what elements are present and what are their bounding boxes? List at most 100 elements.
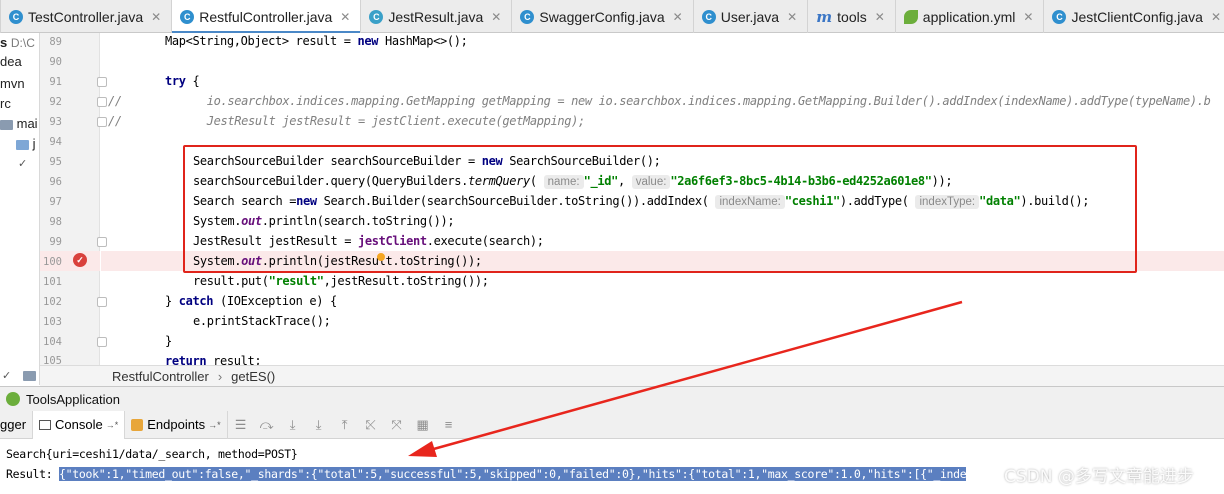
run-to-cursor-icon[interactable]: ⤧: [384, 417, 410, 433]
code-text: ,jestResult.toString());: [323, 274, 489, 288]
step-into-icon[interactable]: ⤓: [280, 417, 306, 433]
breadcrumb-method[interactable]: getES(): [231, 369, 275, 384]
force-step-into-icon[interactable]: ⤓: [306, 417, 332, 433]
line-number: 89: [49, 36, 62, 48]
tree-item-main[interactable]: mai: [0, 116, 38, 131]
close-icon[interactable]: ✕: [151, 10, 161, 24]
drop-frame-icon[interactable]: ⤪: [358, 417, 384, 433]
spring-boot-icon: [6, 392, 20, 406]
code-text: {: [185, 74, 200, 88]
line-number: 92: [49, 96, 62, 108]
tab-application-yml[interactable]: application.yml ✕: [894, 0, 1044, 33]
close-icon[interactable]: ✕: [875, 10, 885, 24]
line-number: 97: [49, 196, 62, 208]
tree-label: dea: [0, 54, 22, 69]
settings-lines-icon[interactable]: ≡: [436, 417, 462, 432]
tab-restfulcontroller[interactable]: C RestfulController.java ✕: [171, 0, 361, 34]
code-keyword: new: [357, 34, 379, 48]
code-keyword: try: [165, 74, 186, 88]
tab-label: application.yml: [922, 8, 1016, 25]
code-comment: io.searchbox.indices.mapping.GetMapping …: [206, 94, 1211, 108]
close-icon[interactable]: ✕: [787, 10, 797, 24]
tab-label: Console: [55, 417, 103, 432]
code-text: result.put(: [193, 274, 269, 288]
tab-swaggerconfig[interactable]: C SwaggerConfig.java ✕: [511, 0, 692, 33]
tree-expand-bottom[interactable]: ✓: [2, 367, 36, 382]
chevron-down-icon: ✓: [2, 370, 12, 382]
tree-item-mvn[interactable]: mvn: [0, 76, 25, 91]
tree-label: s: [0, 35, 8, 50]
step-over-icon[interactable]: ⤼: [254, 417, 280, 433]
code-keyword: catch: [178, 294, 214, 308]
chevron-down-icon: ✓: [18, 158, 28, 170]
comment-mark: //: [108, 114, 122, 128]
line-number: 101: [43, 276, 62, 288]
breadcrumb-class[interactable]: RestfulController: [112, 369, 209, 384]
fold-marker[interactable]: [97, 337, 107, 347]
code-text: (IOException e) {: [213, 294, 337, 308]
tab-tools[interactable]: m tools ✕: [807, 0, 895, 33]
tree-item-idea[interactable]: dea: [0, 54, 22, 69]
run-config-title[interactable]: ToolsApplication: [26, 392, 120, 407]
tab-label: JestResult.java: [388, 8, 484, 25]
close-icon[interactable]: ✕: [340, 10, 350, 24]
pin-icon: →*: [208, 419, 221, 430]
java-class-icon: C: [1052, 9, 1067, 24]
line-number: 91: [49, 76, 62, 88]
code-line-105: return result;: [165, 354, 261, 365]
close-icon[interactable]: ✕: [491, 10, 501, 24]
close-icon[interactable]: ✕: [1211, 10, 1221, 24]
code-text: }: [165, 334, 172, 348]
line-number: 96: [49, 176, 62, 188]
code-text: HashMap<>();: [378, 34, 468, 48]
tree-item-root[interactable]: s D:\C: [0, 35, 35, 50]
tab-jestresult[interactable]: C JestResult.java ✕: [360, 0, 511, 33]
tab-label: gger: [0, 417, 27, 432]
tree-item-src[interactable]: rc: [0, 96, 11, 111]
breakpoint-icon[interactable]: ✓: [73, 253, 87, 267]
fold-marker[interactable]: [97, 297, 107, 307]
java-class-icon: C: [9, 9, 23, 24]
code-text: Map<String,Object> result =: [165, 34, 358, 48]
line-number: 98: [49, 216, 62, 228]
annotation-highlight-box: [183, 145, 1137, 273]
comment-mark: //: [108, 94, 122, 108]
tree-item-java[interactable]: j: [16, 136, 36, 151]
tab-label: User.java: [720, 8, 780, 25]
close-icon[interactable]: ✕: [1023, 10, 1033, 24]
evaluate-icon[interactable]: ▦: [410, 417, 436, 433]
tab-label: JestClientConfig.java: [1071, 8, 1203, 25]
folder-icon: [16, 139, 29, 150]
tab-debugger[interactable]: gger: [0, 410, 34, 439]
code-line-91: try {: [165, 74, 200, 88]
code-line-101: result.put("result",jestResult.toString(…: [193, 274, 489, 288]
close-icon[interactable]: ✕: [673, 10, 683, 24]
spring-leaf-icon: [903, 9, 918, 24]
tree-expand[interactable]: ✓: [18, 155, 27, 170]
code-line-89: Map<String,Object> result = new HashMap<…: [165, 34, 468, 48]
menu-lines-icon[interactable]: ☰: [228, 417, 254, 433]
fold-marker[interactable]: [97, 117, 107, 127]
tab-endpoints[interactable]: Endpoints →*: [125, 410, 228, 439]
tab-testcontroller[interactable]: C TestController.java ✕: [0, 0, 171, 33]
code-keyword: return: [165, 354, 207, 365]
fold-marker[interactable]: [97, 237, 107, 247]
fold-marker[interactable]: [97, 97, 107, 107]
breadcrumb: RestfulController › getES(): [40, 365, 1224, 386]
step-out-icon[interactable]: ⤒: [332, 417, 358, 433]
line-number: 105: [43, 355, 62, 365]
code-text: e.printStackTrace();: [193, 314, 331, 328]
line-number: 99: [49, 236, 62, 248]
fold-marker[interactable]: [97, 77, 107, 87]
code-line-93: // JestResult jestResult = jestClient.exe…: [108, 114, 585, 128]
code-text: }: [165, 294, 179, 308]
tab-user[interactable]: C User.java ✕: [692, 0, 807, 33]
tree-label: mai: [16, 116, 38, 131]
folder-icon: [22, 370, 36, 381]
java-class-icon: C: [520, 9, 535, 24]
tab-jestclientconfig[interactable]: C JestClientConfig.java ✕: [1043, 0, 1224, 33]
tab-console[interactable]: Console →*: [33, 410, 126, 439]
code-line-103: e.printStackTrace();: [193, 314, 331, 328]
code-line-104: }: [165, 334, 172, 348]
tab-label: Endpoints: [147, 417, 206, 432]
